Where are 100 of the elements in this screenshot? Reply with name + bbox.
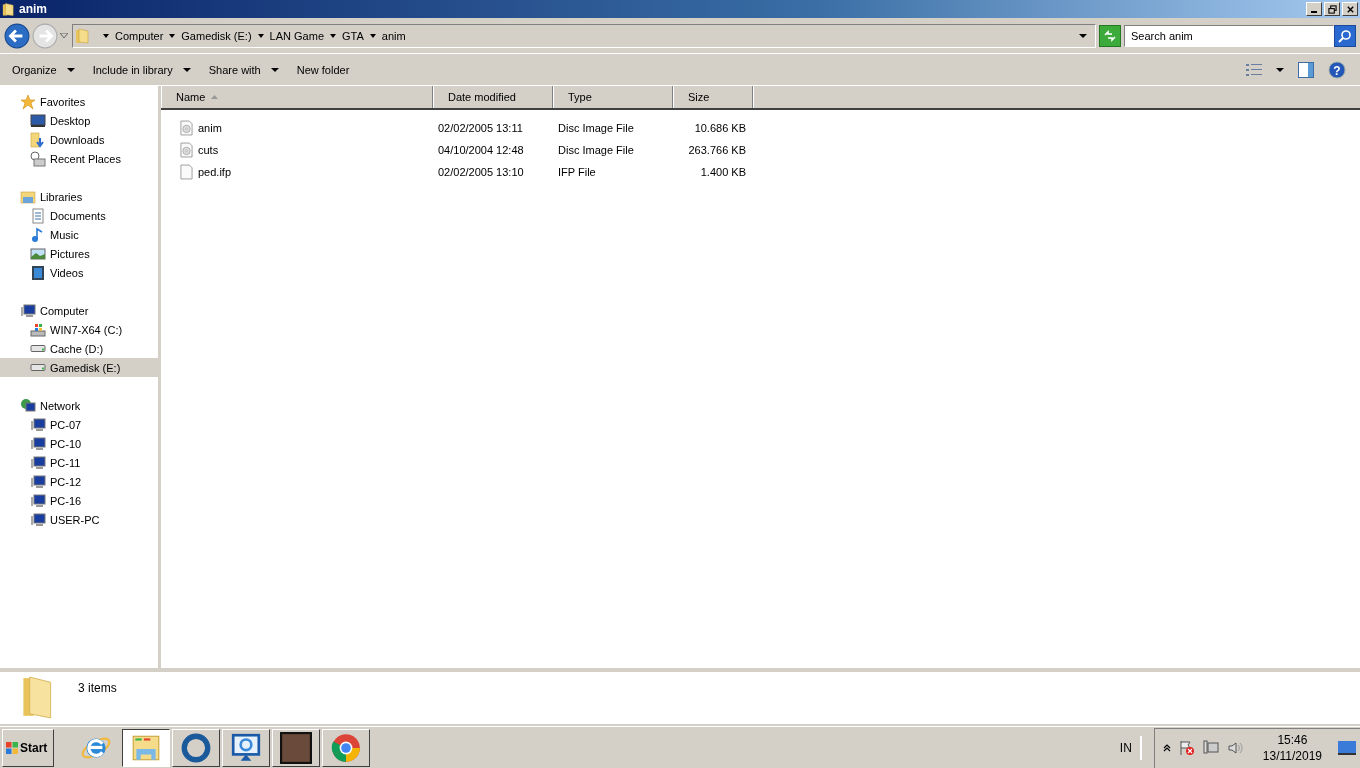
search-icon	[1337, 27, 1353, 44]
search-button[interactable]	[1334, 24, 1356, 47]
file-name[interactable]: ped.ifp	[198, 166, 232, 178]
taskbar-button[interactable]	[122, 728, 170, 767]
preview-pane-icon[interactable]	[1298, 61, 1314, 78]
restore-icon	[1327, 4, 1337, 14]
caret-icon	[182, 67, 191, 72]
navigation-item[interactable]: Downloads	[0, 130, 158, 149]
item-count: 3 items	[78, 681, 117, 695]
navigation-item[interactable]: PC-12	[0, 472, 158, 491]
chevron-up-icon[interactable]	[1162, 744, 1171, 752]
computer-icon	[30, 454, 46, 471]
navigation-item[interactable]: WIN7-X64 (C:)	[0, 320, 158, 339]
language-indicator[interactable]: IN	[1119, 735, 1142, 760]
folder-icon	[20, 676, 54, 720]
breadcrumb[interactable]: anim	[381, 29, 406, 42]
computer-icon	[20, 302, 36, 319]
navigation-item[interactable]: PC-16	[0, 491, 158, 510]
column-header[interactable]: Date modified	[433, 86, 553, 108]
breadcrumb[interactable]: GTA	[342, 29, 364, 42]
breadcrumb[interactable]: LAN Game	[269, 29, 324, 42]
navigation-item[interactable]: Documents	[0, 206, 158, 225]
drive-icon	[30, 364, 46, 371]
minimize-button[interactable]	[1306, 2, 1322, 16]
table-cell: 1.400 KB	[700, 166, 746, 178]
downloads-icon	[30, 131, 46, 148]
toolbar-button[interactable]: Include in library	[84, 59, 199, 80]
table-cell: 10.686 KB	[694, 122, 746, 134]
disc-file-icon	[180, 142, 193, 158]
back-button[interactable]	[4, 22, 30, 49]
toolbar-button[interactable]: Organize	[4, 59, 83, 80]
computer-icon	[30, 511, 46, 528]
breadcrumb[interactable]: Gamedisk (E:)	[181, 29, 252, 42]
caret-icon[interactable]	[330, 33, 336, 38]
toolbar-button[interactable]: Share with	[200, 59, 287, 80]
flag-error-icon[interactable]	[1178, 740, 1195, 756]
table-cell: Disc Image File	[558, 144, 634, 156]
video-icon	[30, 264, 46, 281]
drive-icon	[30, 345, 46, 352]
navigation-item[interactable]: Network	[0, 396, 158, 415]
computer-icon	[30, 473, 46, 490]
address-bar[interactable]: Computer Gamedisk (E:) LAN Game GTA anim	[72, 23, 1096, 48]
caret-icon[interactable]	[257, 33, 264, 38]
desktop-icon	[30, 112, 46, 129]
caret-icon	[66, 67, 75, 72]
close-button[interactable]	[1342, 2, 1358, 16]
folder-icon	[2, 1, 14, 17]
network-icon	[20, 397, 36, 414]
clock-date[interactable]: 13/11/2019	[1262, 748, 1322, 764]
computer-icon	[30, 435, 46, 452]
library-icon	[20, 188, 36, 205]
breadcrumb[interactable]: Computer	[115, 29, 164, 42]
navigation-item[interactable]: Libraries	[0, 187, 158, 206]
clock-time[interactable]: 15:46	[1277, 732, 1308, 748]
file-name[interactable]: anim	[198, 122, 222, 134]
start-button[interactable]: Start	[2, 728, 54, 767]
document-icon	[30, 207, 46, 224]
search-field[interactable]: Search anim	[1124, 24, 1334, 47]
navigation-item[interactable]: PC-07	[0, 415, 158, 434]
caret-icon[interactable]	[103, 33, 109, 38]
restore-button[interactable]	[1324, 2, 1340, 16]
network-icon[interactable]	[1202, 740, 1219, 756]
navigation-item[interactable]: PC-10	[0, 434, 158, 453]
column-header[interactable]: Type	[553, 86, 673, 108]
navigation-item[interactable]: Pictures	[0, 244, 158, 263]
dropdown-caret-icon[interactable]	[1079, 33, 1087, 38]
speaker-icon[interactable]	[1226, 740, 1243, 756]
recent-pages-caret-icon[interactable]	[60, 33, 68, 38]
navigation-item[interactable]: Videos	[0, 263, 158, 282]
computer-icon	[30, 492, 46, 509]
view-options-icon[interactable]	[1246, 63, 1262, 76]
column-header[interactable]: Size	[673, 86, 753, 108]
navigation-item[interactable]: Recent Places	[0, 149, 158, 168]
caret-icon[interactable]	[1276, 67, 1284, 72]
two-arrows-icon	[1102, 27, 1118, 44]
windows-logo-icon	[5, 740, 19, 755]
caret-icon[interactable]	[369, 33, 376, 38]
caret-icon	[270, 67, 279, 72]
table-cell: 263.766 KB	[688, 144, 746, 156]
refresh-button[interactable]	[1099, 24, 1121, 47]
navigation-item[interactable]: Desktop	[0, 111, 158, 130]
window-title: anim	[19, 2, 47, 16]
table-cell: 02/02/2005 13:11	[438, 122, 523, 134]
navigation-item[interactable]: Computer	[0, 301, 158, 320]
chrome-logo-icon	[330, 731, 362, 764]
table-cell: Disc Image File	[558, 122, 634, 134]
navigation-item[interactable]: PC-11	[0, 453, 158, 472]
show-desktop-icon[interactable]	[1338, 741, 1356, 755]
recent-icon	[30, 150, 46, 167]
navigation-item[interactable]: Cache (D:)	[0, 339, 158, 358]
caret-icon[interactable]	[169, 33, 176, 38]
navigation-item[interactable]: USER-PC	[0, 510, 158, 529]
navigation-item[interactable]: Favorites	[0, 92, 158, 111]
close-icon	[1345, 4, 1355, 14]
help-icon[interactable]: ?	[1328, 60, 1346, 79]
toolbar-button[interactable]: New folder	[288, 59, 358, 80]
file-name[interactable]: cuts	[198, 144, 219, 156]
navigation-item[interactable]: Gamedisk (E:)	[0, 358, 158, 377]
column-header[interactable]: Name	[161, 86, 433, 108]
navigation-item[interactable]: Music	[0, 225, 158, 244]
